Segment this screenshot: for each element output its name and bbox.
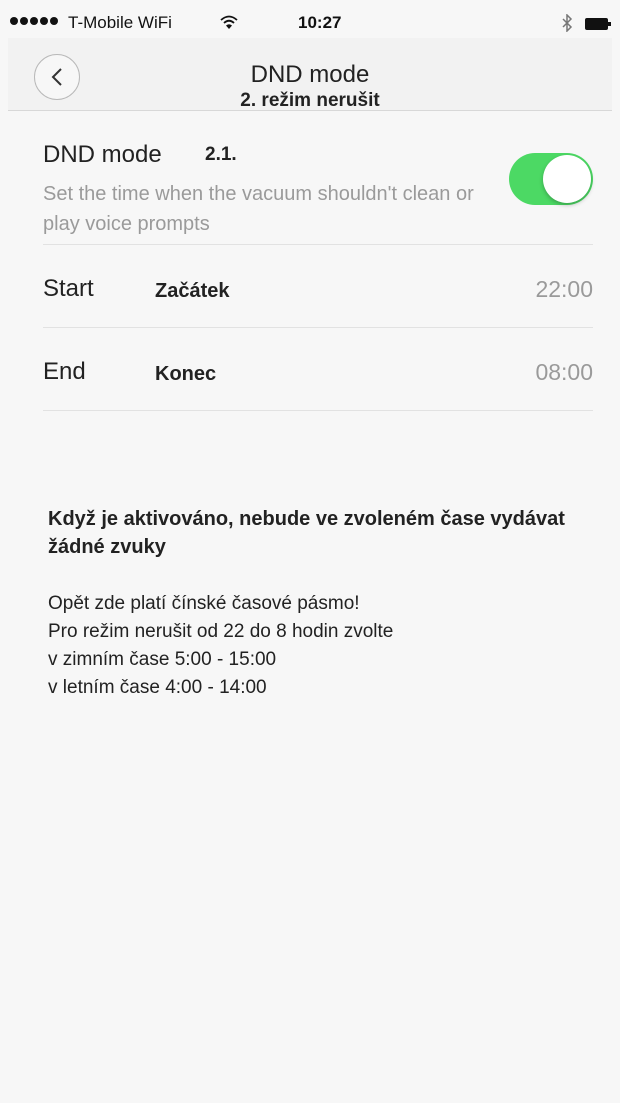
status-bar: T-Mobile WiFi 10:27 bbox=[8, 8, 612, 38]
settings-list: DND mode 2.1. Set the time when the vacu… bbox=[43, 111, 593, 411]
end-time-row[interactable]: End Konec 08:00 bbox=[43, 328, 593, 411]
note-body: Opět zde platí čínské časové pásmo! Pro … bbox=[48, 590, 588, 702]
dnd-mode-label: DND mode bbox=[43, 141, 162, 168]
note-heading: Když je aktivováno, nebude ve zvoleném č… bbox=[48, 508, 565, 558]
wifi-icon bbox=[220, 14, 238, 35]
note-line: Opět zde platí čínské časové pásmo! bbox=[48, 593, 360, 614]
note-line: v letním čase 4:00 - 14:00 bbox=[48, 677, 267, 698]
toggle-knob bbox=[543, 155, 591, 203]
start-time-row[interactable]: Start Začátek 22:00 bbox=[43, 245, 593, 328]
dnd-mode-annotation: 2.1. bbox=[205, 144, 237, 165]
end-label: End bbox=[43, 358, 86, 385]
status-clock: 10:27 bbox=[298, 13, 342, 32]
start-label: Start bbox=[43, 275, 94, 302]
dnd-mode-row: DND mode 2.1. Set the time when the vacu… bbox=[43, 111, 593, 245]
page-title: DND mode bbox=[250, 61, 370, 88]
signal-strength-icon bbox=[10, 17, 58, 25]
battery-icon bbox=[585, 18, 611, 30]
note-line: Pro režim nerušit od 22 do 8 hodin zvolt… bbox=[48, 621, 394, 642]
bluetooth-icon bbox=[561, 13, 573, 37]
note-line: v zimním čase 5:00 - 15:00 bbox=[48, 649, 277, 670]
dnd-mode-toggle[interactable] bbox=[509, 153, 593, 205]
page-subtitle: 2. režim nerušit bbox=[240, 90, 380, 111]
carrier-name: T-Mobile WiFi bbox=[68, 13, 172, 32]
end-annotation: Konec bbox=[155, 363, 217, 385]
navigation-header: DND mode 2. režim nerušit bbox=[8, 38, 612, 111]
start-annotation: Začátek bbox=[155, 280, 230, 302]
start-time-value: 22:00 bbox=[535, 276, 593, 302]
app-screen: T-Mobile WiFi 10:27 DND mode 2. režim ne… bbox=[8, 8, 612, 1103]
end-time-value: 08:00 bbox=[535, 359, 593, 385]
dnd-mode-description: Set the time when the vacuum shouldn't c… bbox=[43, 183, 474, 235]
